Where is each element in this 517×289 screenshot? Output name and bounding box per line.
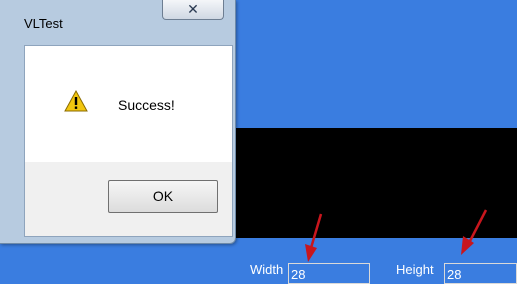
close-icon: ✕ (187, 1, 199, 17)
width-label: Width (250, 262, 284, 277)
message-dialog: VLTest ✕ Success! OK (0, 0, 236, 244)
height-input[interactable]: 28 (444, 263, 517, 284)
dialog-content: Success! OK (24, 45, 233, 237)
close-button[interactable]: ✕ (162, 0, 224, 20)
red-arrow-icon (305, 213, 323, 262)
height-label: Height (396, 262, 434, 277)
dialog-message: Success! (118, 97, 175, 113)
dialog-title: VLTest (24, 16, 63, 31)
red-arrow-icon (461, 209, 488, 255)
footer-divider (0, 284, 517, 289)
ok-button[interactable]: OK (108, 180, 218, 213)
warning-icon (64, 90, 88, 112)
width-input[interactable]: 28 (288, 263, 370, 284)
